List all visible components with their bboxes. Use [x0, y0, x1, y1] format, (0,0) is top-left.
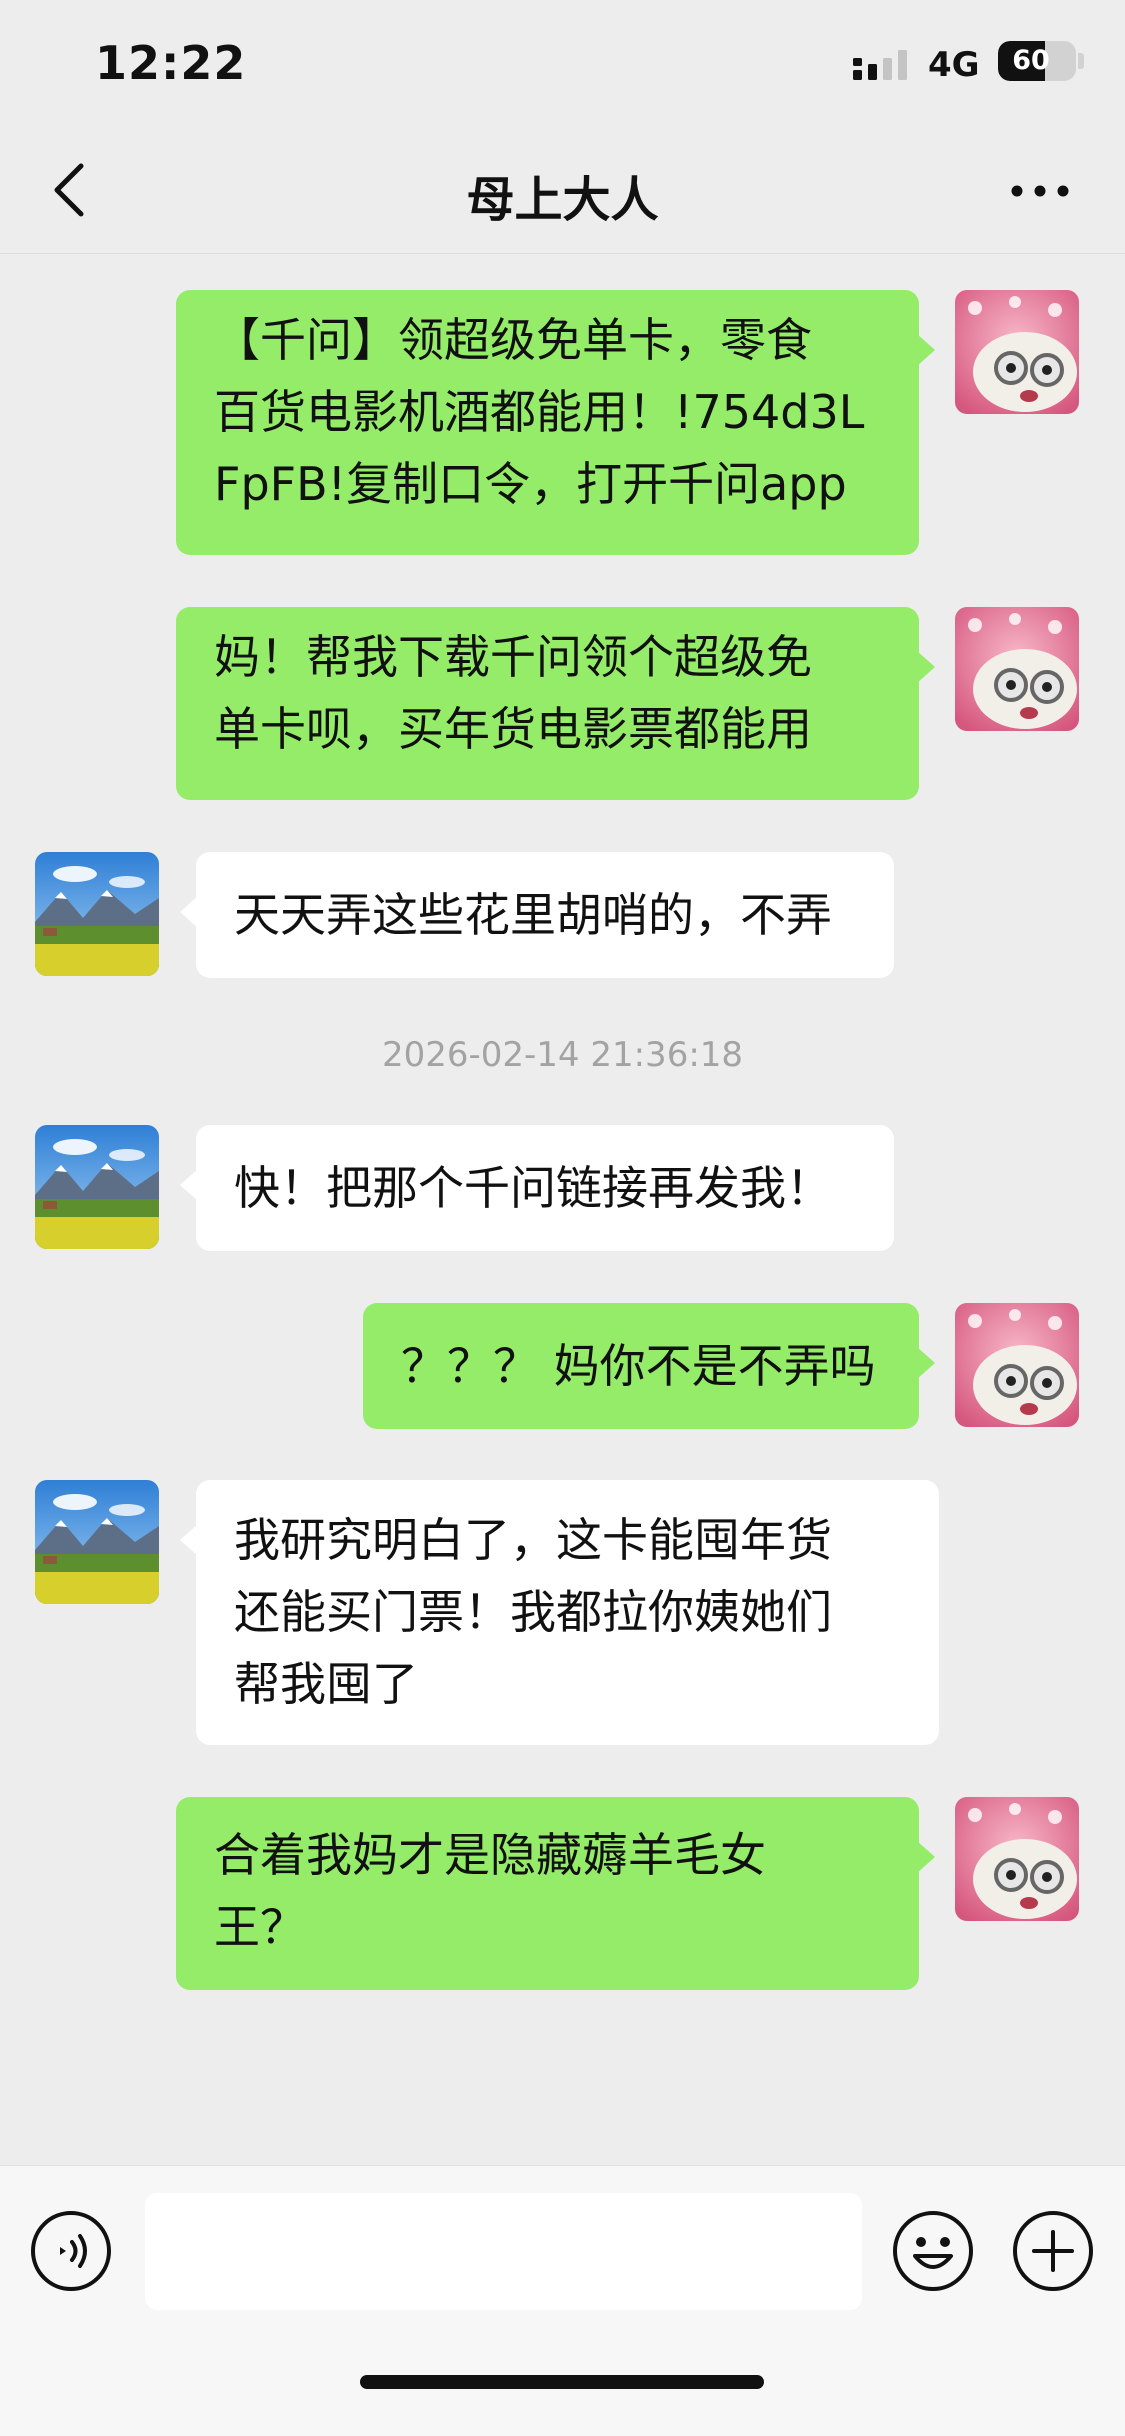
message-row: 合着我妈才是隐藏薅羊毛女 王？ — [0, 1797, 1125, 1990]
emoji-button[interactable] — [892, 2210, 974, 2292]
mom-message-bubble[interactable]: 我研究明白了，这卡能囤年货 还能买门票！我都拉你姨她们 帮我囤了 — [180, 1480, 939, 1745]
my-message-bubble[interactable]: 【千问】领超级免单卡，零食 百货电影机酒都能用！!754d3L FpFB!复制口… — [176, 290, 935, 555]
my-avatar[interactable] — [955, 290, 1079, 414]
message-row: 【千问】领超级免单卡，零食 百货电影机酒都能用！!754d3L FpFB!复制口… — [0, 290, 1125, 555]
message-timestamp: 2026-02-14 21:36:18 — [381, 1035, 744, 1075]
mom-avatar-image — [35, 1480, 159, 1604]
my-avatar[interactable] — [955, 1303, 1079, 1427]
emoji-icon — [893, 2211, 973, 2291]
input-bar — [0, 2165, 1125, 2436]
message-row: 妈！帮我下载千问领个超级免 单卡呗，买年货电影票都能用 — [0, 607, 1125, 800]
my-avatar[interactable] — [955, 1797, 1079, 1921]
my-avatar-image — [955, 607, 1079, 731]
battery-level: 60 — [1012, 45, 1050, 76]
my-avatar-image — [955, 290, 1079, 414]
mom-avatar-image — [35, 1125, 159, 1249]
battery-icon: 60 — [998, 41, 1076, 81]
mom-message-bubble[interactable]: 天天弄这些花里胡哨的，不弄 — [180, 852, 894, 978]
battery-cap — [1078, 53, 1084, 69]
my-message-bubble[interactable]: 妈！帮我下载千问领个超级免 单卡呗，买年货电影票都能用 — [176, 607, 935, 800]
status-bar: 12:22 4G 60 — [0, 0, 1125, 130]
message-row: 天天弄这些花里胡哨的，不弄 — [0, 852, 1125, 978]
my-message-bubble[interactable]: ？？？ 妈你不是不弄吗 — [363, 1303, 935, 1429]
status-time: 12:22 — [95, 36, 247, 90]
message-list[interactable]: 【千问】领超级免单卡，零食 百货电影机酒都能用！!754d3L FpFB!复制口… — [0, 255, 1125, 2165]
home-indicator[interactable] — [360, 2375, 764, 2389]
message-input[interactable] — [145, 2193, 862, 2310]
my-message-bubble[interactable]: 合着我妈才是隐藏薅羊毛女 王？ — [176, 1797, 935, 1990]
more-button[interactable] — [1005, 166, 1075, 216]
nav-bar: 母上大人 — [0, 130, 1125, 254]
mom-avatar[interactable] — [35, 852, 159, 976]
mom-avatar-image — [35, 852, 159, 976]
cellular-signal-icon — [853, 50, 907, 80]
back-button[interactable] — [38, 158, 98, 222]
mom-avatar[interactable] — [35, 1125, 159, 1249]
my-avatar[interactable] — [955, 607, 1079, 731]
message-row: ？？？ 妈你不是不弄吗 — [0, 1303, 1125, 1429]
plus-icon — [1013, 2211, 1093, 2291]
mom-avatar[interactable] — [35, 1480, 159, 1604]
chat-title: 母上大人 — [466, 172, 659, 228]
voice-icon — [31, 2211, 111, 2291]
message-row: 快！把那个千问链接再发我！ — [0, 1125, 1125, 1251]
more-functions-button[interactable] — [1012, 2210, 1094, 2292]
my-avatar-image — [955, 1303, 1079, 1427]
network-type: 4G — [928, 45, 980, 85]
my-avatar-image — [955, 1797, 1079, 1921]
chat-screen: 12:22 4G 60 母上大人 【千问】领超级免单卡，零食 百货电影机酒都能用… — [0, 0, 1125, 2436]
voice-button[interactable] — [30, 2210, 112, 2292]
chevron-left-icon — [54, 163, 84, 217]
more-horizontal-icon — [1011, 185, 1069, 197]
message-row: 我研究明白了，这卡能囤年货 还能买门票！我都拉你姨她们 帮我囤了 — [0, 1480, 1125, 1745]
mom-message-bubble[interactable]: 快！把那个千问链接再发我！ — [180, 1125, 894, 1251]
